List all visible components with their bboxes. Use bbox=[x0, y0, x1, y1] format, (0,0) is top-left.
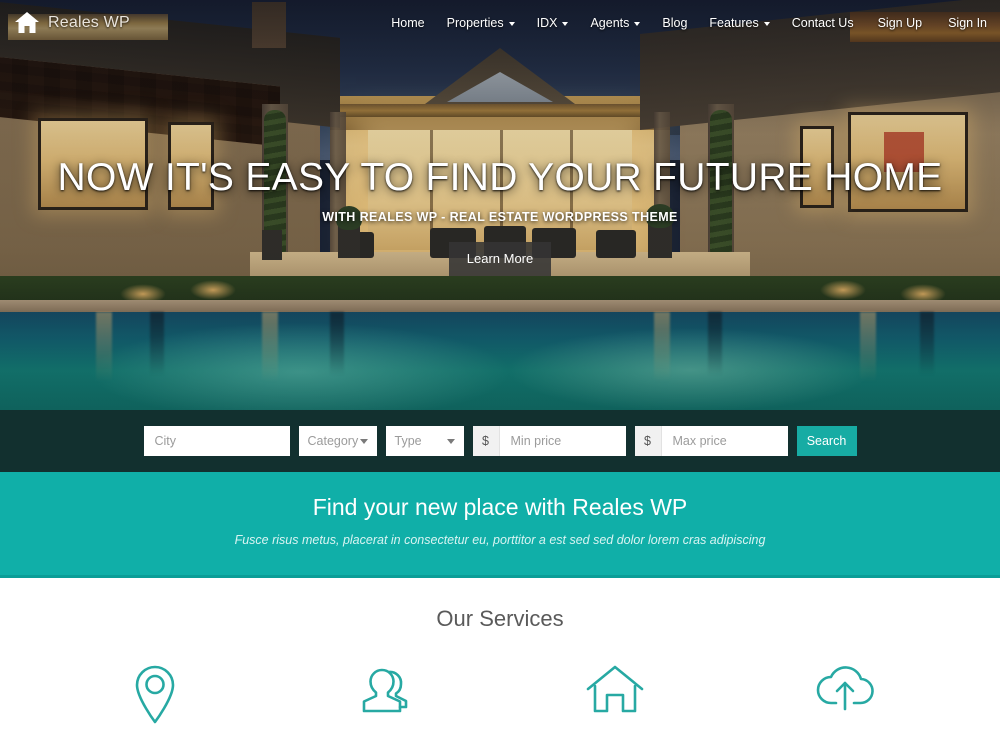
hero-title: NOW IT'S EASY TO FIND YOUR FUTURE HOME bbox=[57, 156, 943, 199]
nav-label: Sign In bbox=[948, 16, 987, 30]
type-select[interactable]: Type bbox=[385, 426, 464, 456]
nav-label: Features bbox=[709, 16, 759, 30]
service-item-agents[interactable] bbox=[270, 662, 500, 724]
sign-in-button[interactable]: Sign In bbox=[935, 0, 1000, 46]
chevron-down-icon bbox=[446, 438, 455, 444]
service-item-upload[interactable] bbox=[730, 662, 960, 724]
nav-item-blog[interactable]: Blog bbox=[651, 0, 698, 46]
property-search-bar: Category Type $ $ Search bbox=[0, 410, 1000, 472]
nav-label: IDX bbox=[536, 16, 558, 30]
brand-logo[interactable]: Reales WP bbox=[14, 0, 130, 46]
nav-label: Home bbox=[391, 16, 425, 30]
main-navigation: Home Properties IDX Agents Blog Features bbox=[380, 0, 1000, 46]
site-header: Reales WP Home Properties IDX Agents Blo… bbox=[0, 0, 1000, 46]
min-price-input[interactable] bbox=[499, 426, 626, 456]
page-root: Reales WP Home Properties IDX Agents Blo… bbox=[0, 0, 1000, 750]
chevron-down-icon bbox=[508, 22, 515, 26]
cloud-upload-icon bbox=[814, 662, 876, 714]
min-price-group: $ bbox=[472, 426, 626, 456]
nav-item-agents[interactable]: Agents bbox=[579, 0, 651, 46]
chevron-down-icon bbox=[634, 22, 641, 26]
services-title: Our Services bbox=[436, 606, 564, 631]
nav-item-properties[interactable]: Properties bbox=[436, 0, 526, 46]
currency-symbol: $ bbox=[472, 426, 500, 456]
hero-subtitle: WITH REALES WP - REAL ESTATE WORDPRESS T… bbox=[322, 209, 678, 224]
chevron-down-icon bbox=[359, 438, 368, 444]
home-outline-icon bbox=[585, 662, 645, 716]
search-button[interactable]: Search bbox=[796, 426, 857, 456]
learn-more-button[interactable]: Learn More bbox=[449, 241, 551, 276]
nav-label: Agents bbox=[590, 16, 630, 30]
hero-content: NOW IT'S EASY TO FIND YOUR FUTURE HOME W… bbox=[0, 156, 1000, 276]
promo-banner: Find your new place with Reales WP Fusce… bbox=[0, 472, 1000, 578]
nav-label: Contact Us bbox=[791, 16, 854, 30]
chevron-down-icon bbox=[562, 22, 569, 26]
max-price-input[interactable] bbox=[661, 426, 788, 456]
promo-banner-title: Find your new place with Reales WP bbox=[312, 494, 688, 520]
map-pin-icon bbox=[131, 662, 179, 724]
service-item-location[interactable] bbox=[40, 662, 270, 724]
nav-item-home[interactable]: Home bbox=[380, 0, 435, 46]
brand-name: Reales WP bbox=[48, 14, 130, 31]
home-icon bbox=[14, 11, 40, 35]
services-icon-row bbox=[0, 662, 1000, 724]
promo-banner-subtitle: Fusce risus metus, placerat in consectet… bbox=[234, 533, 766, 547]
nav-item-features[interactable]: Features bbox=[698, 0, 780, 46]
service-item-properties[interactable] bbox=[500, 662, 730, 724]
chevron-down-icon bbox=[763, 22, 770, 26]
type-select-label: Type bbox=[394, 434, 422, 448]
sign-up-button[interactable]: Sign Up bbox=[865, 0, 935, 46]
nav-label: Sign Up bbox=[877, 16, 923, 30]
services-section: Our Services bbox=[0, 581, 1000, 750]
nav-item-idx[interactable]: IDX bbox=[526, 0, 580, 46]
users-icon bbox=[356, 662, 414, 720]
nav-label: Blog bbox=[662, 16, 688, 30]
category-select[interactable]: Category bbox=[298, 426, 377, 456]
nav-item-contact-us[interactable]: Contact Us bbox=[781, 0, 865, 46]
category-select-label: Category bbox=[307, 434, 359, 448]
city-input[interactable] bbox=[143, 426, 290, 456]
currency-symbol: $ bbox=[634, 426, 662, 456]
max-price-group: $ bbox=[634, 426, 788, 456]
nav-label: Properties bbox=[446, 16, 504, 30]
